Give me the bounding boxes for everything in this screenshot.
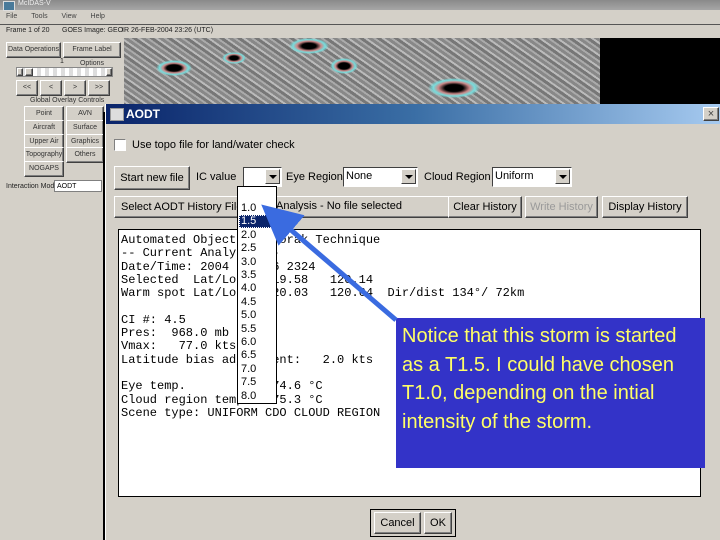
last-frame-button[interactable]: >> xyxy=(88,80,110,96)
ic-option[interactable]: 3.5 xyxy=(239,269,277,282)
ic-option[interactable]: 2.5 xyxy=(239,242,277,255)
image-status: GOES Image: GEO xyxy=(62,27,124,34)
clear-history-button[interactable]: Clear History xyxy=(448,196,522,218)
ic-option[interactable]: 1.5 xyxy=(239,215,277,229)
interaction-mode-label: Interaction Mode xyxy=(6,183,59,190)
ic-option[interactable]: 6.0 xyxy=(239,336,277,349)
menu-tools[interactable]: Tools xyxy=(31,13,47,20)
slider-left-arrow[interactable] xyxy=(17,68,23,76)
aodt-title: AODT xyxy=(126,107,160,121)
ic-option[interactable]: 4.0 xyxy=(239,282,277,295)
first-frame-button[interactable]: << xyxy=(16,80,38,96)
menubar: File Tools View Help xyxy=(0,10,720,24)
ic-value-dropdown-list[interactable]: 1.0 1.5 2.0 2.5 3.0 3.5 4.0 4.5 5.0 5.5 6.0 6.5 7.0 7… xyxy=(237,186,277,404)
ic-option[interactable]: 7.0 xyxy=(239,363,277,376)
menu-file[interactable]: File xyxy=(6,13,17,20)
menu-help[interactable]: Help xyxy=(91,13,105,20)
slider-thumb[interactable] xyxy=(25,68,33,76)
annotation-callout: Notice that this storm is started as a T… xyxy=(396,318,705,468)
ic-value-select[interactable] xyxy=(243,167,282,187)
chevron-down-icon[interactable] xyxy=(401,169,416,184)
cloud-region-label: Cloud Region xyxy=(424,171,491,183)
topo-checkbox[interactable] xyxy=(114,139,126,151)
cloud-region-value: Uniform xyxy=(495,170,534,182)
eye-region-value: None xyxy=(346,170,373,182)
ic-option[interactable]: 6.5 xyxy=(239,349,277,362)
status-line: Frame 1 of 20 GOES Image: GEO IR 26-FEB-… xyxy=(0,24,720,39)
ic-value-label: IC value xyxy=(196,171,237,183)
satellite-image[interactable] xyxy=(124,38,600,112)
overlay-others-button[interactable]: Others xyxy=(66,147,104,163)
datetime-status: IR 26-FEB-2004 23:26 (UTC) xyxy=(122,27,214,34)
ic-option[interactable]: 4.5 xyxy=(239,296,277,309)
ic-option[interactable]: 3.0 xyxy=(239,256,277,269)
close-button[interactable]: × xyxy=(703,107,719,121)
aodt-titlebar[interactable]: AODT × xyxy=(106,104,720,124)
slider-right-arrow[interactable] xyxy=(106,68,112,76)
frame-slider[interactable] xyxy=(16,67,113,77)
app-title: McIDAS-V xyxy=(18,0,51,7)
start-new-file-button[interactable]: Start new file xyxy=(114,166,190,190)
ic-option[interactable]: 7.5 xyxy=(239,376,277,389)
cloud-region-select[interactable]: Uniform xyxy=(492,167,572,187)
ic-option[interactable]: 5.0 xyxy=(239,309,277,322)
ic-option[interactable]: 1.0 xyxy=(239,202,277,215)
menu-view[interactable]: View xyxy=(62,13,77,20)
ic-option[interactable]: 2.0 xyxy=(239,229,277,242)
overlay-nogaps-button[interactable]: NOGAPS xyxy=(24,161,64,177)
write-history-button: Write History xyxy=(525,196,598,218)
history-status: Analysis - No file selected xyxy=(276,200,402,212)
frame-status: Frame 1 of 20 xyxy=(6,27,50,34)
overlay-controls-label: Global Overlay Controls xyxy=(30,97,105,104)
data-operations-button[interactable]: Data Operations xyxy=(6,42,61,58)
app-titlebar: McIDAS-V xyxy=(0,0,720,11)
window-icon xyxy=(110,108,124,121)
eye-region-select[interactable]: None xyxy=(343,167,418,187)
cancel-button[interactable]: Cancel xyxy=(374,512,421,534)
ic-option[interactable]: 5.5 xyxy=(239,323,277,336)
interaction-mode-field[interactable]: AODT xyxy=(54,180,102,192)
display-history-button[interactable]: Display History xyxy=(602,196,688,218)
ic-option[interactable]: 8.0 xyxy=(239,390,277,403)
topo-checkbox-label: Use topo file for land/water check xyxy=(132,139,295,151)
prev-frame-button[interactable]: < xyxy=(40,80,62,96)
frame-number: 1 xyxy=(60,58,64,65)
chevron-down-icon[interactable] xyxy=(555,169,570,184)
frame-label-options-button[interactable]: Frame Label Options xyxy=(63,42,121,67)
image-background xyxy=(600,38,720,112)
chevron-down-icon[interactable] xyxy=(265,169,280,184)
next-frame-button[interactable]: > xyxy=(64,80,86,96)
ok-button[interactable]: OK xyxy=(424,512,452,534)
eye-region-label: Eye Region xyxy=(286,171,343,183)
annotation-text: Notice that this storm is started as a T… xyxy=(402,325,677,433)
